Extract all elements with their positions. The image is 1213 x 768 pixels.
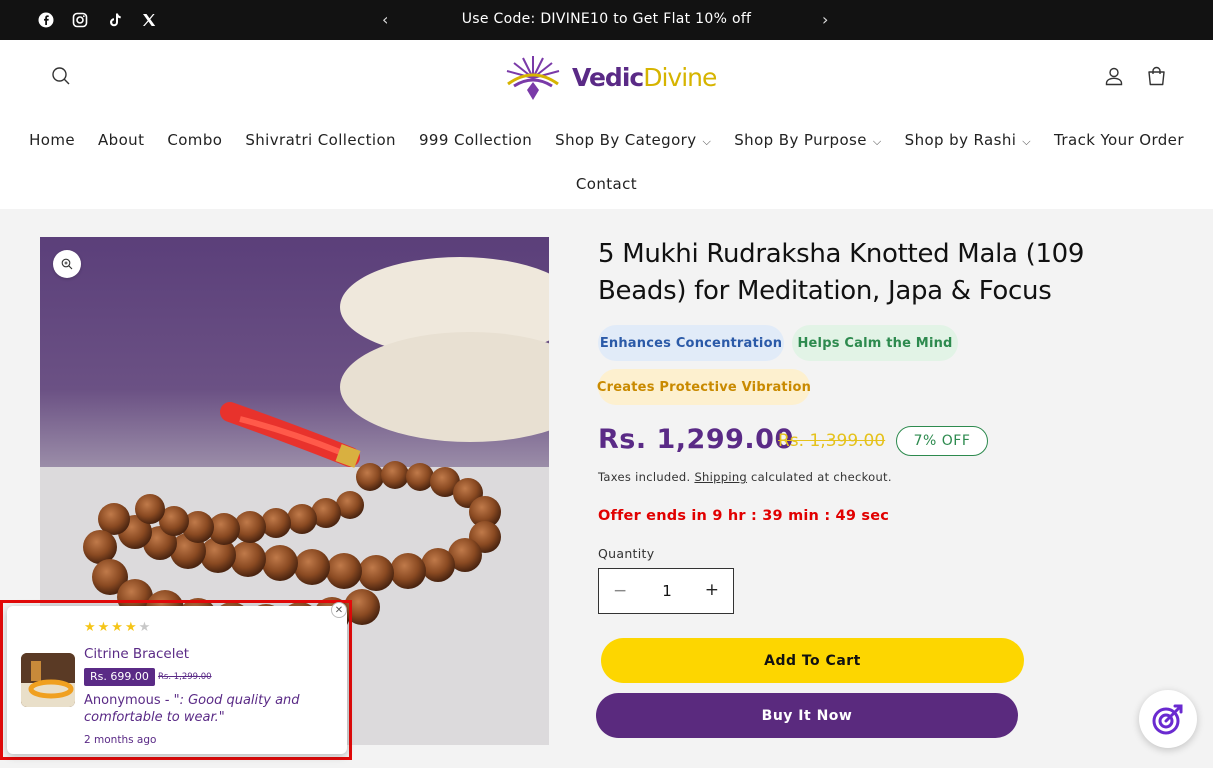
account-icon[interactable] [1103, 65, 1125, 87]
nav-track-your-order[interactable]: Track Your Order [1054, 131, 1184, 149]
main-nav: Home About Combo Shivratri Collection 99… [0, 131, 1213, 149]
quantity-increase-button[interactable]: + [705, 580, 719, 600]
chevron-down-icon: ⌵ [702, 135, 712, 148]
add-to-cart-button[interactable]: Add To Cart [601, 638, 1024, 683]
star-rating: ★★★★★ [84, 620, 153, 635]
product-thumbnail[interactable] [21, 653, 75, 707]
nav-combo[interactable]: Combo [167, 131, 222, 149]
discount-badge: 7% OFF [896, 426, 988, 456]
nav-shop-by-category[interactable]: Shop By Category ⌵ [555, 131, 711, 149]
review-product-compare-price: Rs. 1,299.00 [158, 672, 212, 682]
logo-mark-icon [506, 56, 560, 100]
review-product-price: Rs. 699.00 [84, 668, 155, 686]
tax-note: Taxes included. Shipping calculated at c… [598, 470, 892, 484]
sale-price: Rs. 1,299.00 [598, 424, 794, 455]
review-popup[interactable]: ✕ ★★★★★ Citrine Bracelet Rs. 699.00 Rs. … [7, 602, 347, 754]
nav-shop-by-purpose-label: Shop By Purpose [734, 131, 867, 149]
site-logo[interactable]: VedicDivine [498, 52, 718, 102]
nav-shop-by-rashi-label: Shop by Rashi [904, 131, 1017, 149]
buy-now-button[interactable]: Buy It Now [596, 693, 1018, 738]
review-author: Anonymous [84, 693, 161, 708]
quantity-stepper: − 1 + [598, 568, 734, 614]
quantity-label: Quantity [598, 546, 655, 561]
compare-price: Rs. 1,399.00 [778, 431, 886, 451]
review-text: Anonymous - ": Good quality and comforta… [84, 692, 334, 726]
zoom-icon[interactable] [53, 250, 81, 278]
nav-999-collection[interactable]: 999 Collection [419, 131, 532, 149]
announcement-next-button[interactable]: › [822, 10, 828, 29]
site-header: VedicDivine Home About Combo Shivratri C… [0, 40, 1213, 209]
target-icon[interactable] [1139, 690, 1197, 748]
nav-about[interactable]: About [98, 131, 144, 149]
nav-home[interactable]: Home [29, 131, 75, 149]
nav-shivratri-collection[interactable]: Shivratri Collection [245, 131, 396, 149]
close-icon[interactable]: ✕ [331, 602, 347, 618]
announcement-bar: ‹ Use Code: DIVINE10 to Get Flat 10% off… [0, 0, 1213, 40]
product-title: 5 Mukhi Rudraksha Knotted Mala (109 Bead… [598, 239, 1085, 306]
review-product-name[interactable]: Citrine Bracelet [84, 646, 189, 662]
benefit-badge: Creates Protective Vibration [597, 369, 811, 405]
nav-shop-by-rashi[interactable]: Shop by Rashi ⌵ [905, 131, 1031, 149]
chevron-down-icon: ⌵ [872, 135, 882, 148]
logo-text: VedicDivine [572, 62, 717, 92]
tax-note-text: calculated at checkout. [750, 470, 892, 484]
chevron-down-icon: ⌵ [1022, 135, 1032, 148]
shipping-link[interactable]: Shipping [694, 470, 747, 484]
offer-countdown: Offer ends in 9 hr : 39 min : 49 sec [598, 508, 890, 524]
nav-shop-by-category-label: Shop By Category [555, 131, 697, 149]
cart-icon[interactable] [1145, 65, 1167, 87]
review-time: 2 months ago [84, 734, 157, 746]
benefit-badge: Enhances Concentration [598, 325, 784, 361]
search-icon[interactable] [50, 65, 72, 87]
announcement-text: Use Code: DIVINE10 to Get Flat 10% off [461, 11, 752, 27]
benefit-badge: Helps Calm the Mind [792, 325, 958, 361]
nav-shop-by-purpose[interactable]: Shop By Purpose ⌵ [734, 131, 881, 149]
tax-note-text: Taxes included. [598, 470, 691, 484]
nav-contact[interactable]: Contact [0, 175, 1213, 193]
